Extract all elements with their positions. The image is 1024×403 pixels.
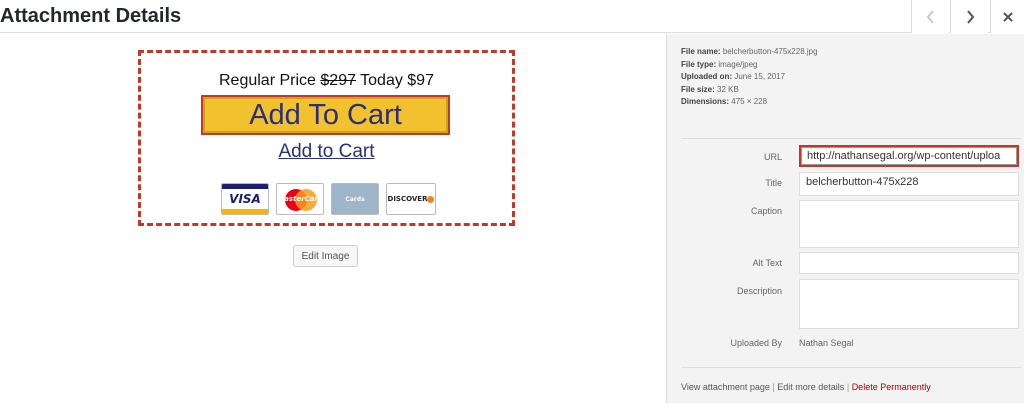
price-old: $297 — [320, 72, 356, 89]
edit-image-button[interactable]: Edit Image — [293, 245, 358, 267]
view-attachment-page-link[interactable]: View attachment page — [681, 382, 770, 392]
alt-text-label: Alt Text — [752, 258, 782, 268]
add-to-cart-link-graphic: Add to Cart — [278, 141, 375, 162]
url-field[interactable]: http://nathansegal.org/wp-content/uploa — [799, 145, 1019, 167]
divider — [681, 367, 1021, 368]
uploaded-by-label: Uploaded By — [730, 338, 782, 348]
file-size-row: File size: 32 KB — [681, 84, 739, 94]
separator: | — [772, 382, 775, 392]
discover-card-icon: DISCOVER — [386, 183, 436, 215]
uploaded-on-row: Uploaded on: June 15, 2017 — [681, 72, 786, 81]
divider — [681, 138, 1021, 139]
price-line: Regular Price $297 Today $97 — [141, 72, 512, 90]
url-label: URL — [763, 152, 782, 162]
add-to-cart-graphic: Add To Cart — [201, 95, 450, 135]
uploaded-by-value: Nathan Segal — [799, 338, 854, 348]
mastercard-icon: MasterCard — [276, 183, 324, 215]
next-button[interactable] — [950, 0, 988, 33]
caption-field[interactable] — [799, 200, 1019, 248]
previous-button[interactable] — [911, 0, 949, 33]
price-today: Today $97 — [360, 72, 434, 89]
price-prefix: Regular Price — [219, 72, 316, 89]
payment-cards: VISA MasterCard Cards DISCOVER — [221, 183, 436, 217]
modal-title: Attachment Details — [0, 5, 182, 27]
attachment-actions: View attachment page | Edit more details… — [681, 382, 931, 392]
title-field[interactable]: belcherbutton-475x228 — [799, 172, 1019, 196]
alt-text-field[interactable] — [799, 252, 1019, 274]
file-metadata: File name: belcherbutton-475x228.jpg Fil… — [681, 46, 818, 109]
title-label: Title — [765, 178, 782, 188]
file-name-row: File name: belcherbutton-475x228.jpg — [681, 47, 818, 56]
modal-header: Attachment Details — [0, 0, 1024, 33]
edit-more-details-link[interactable]: Edit more details — [777, 382, 844, 392]
amex-card-icon: Cards — [331, 183, 379, 215]
attachment-details-pane: File name: belcherbutton-475x228.jpg Fil… — [666, 34, 1024, 403]
separator: | — [846, 382, 850, 392]
dimensions-row: Dimensions: 475 × 228 — [681, 97, 768, 106]
chevron-left-icon — [926, 9, 934, 24]
close-button[interactable] — [990, 0, 1024, 33]
description-label: Description — [736, 286, 782, 296]
close-icon — [1002, 11, 1013, 22]
visa-card-icon: VISA — [221, 183, 269, 215]
delete-permanently-link[interactable]: Delete Permanently — [852, 382, 931, 392]
description-field[interactable] — [799, 279, 1019, 329]
attachment-image: Regular Price $297 Today $97 Add To Cart… — [138, 50, 515, 226]
file-type-row: File type: image/jpeg — [681, 59, 758, 69]
chevron-right-icon — [966, 9, 974, 24]
caption-label: Caption — [750, 206, 782, 216]
image-preview-pane: Regular Price $297 Today $97 Add To Cart… — [0, 34, 666, 403]
